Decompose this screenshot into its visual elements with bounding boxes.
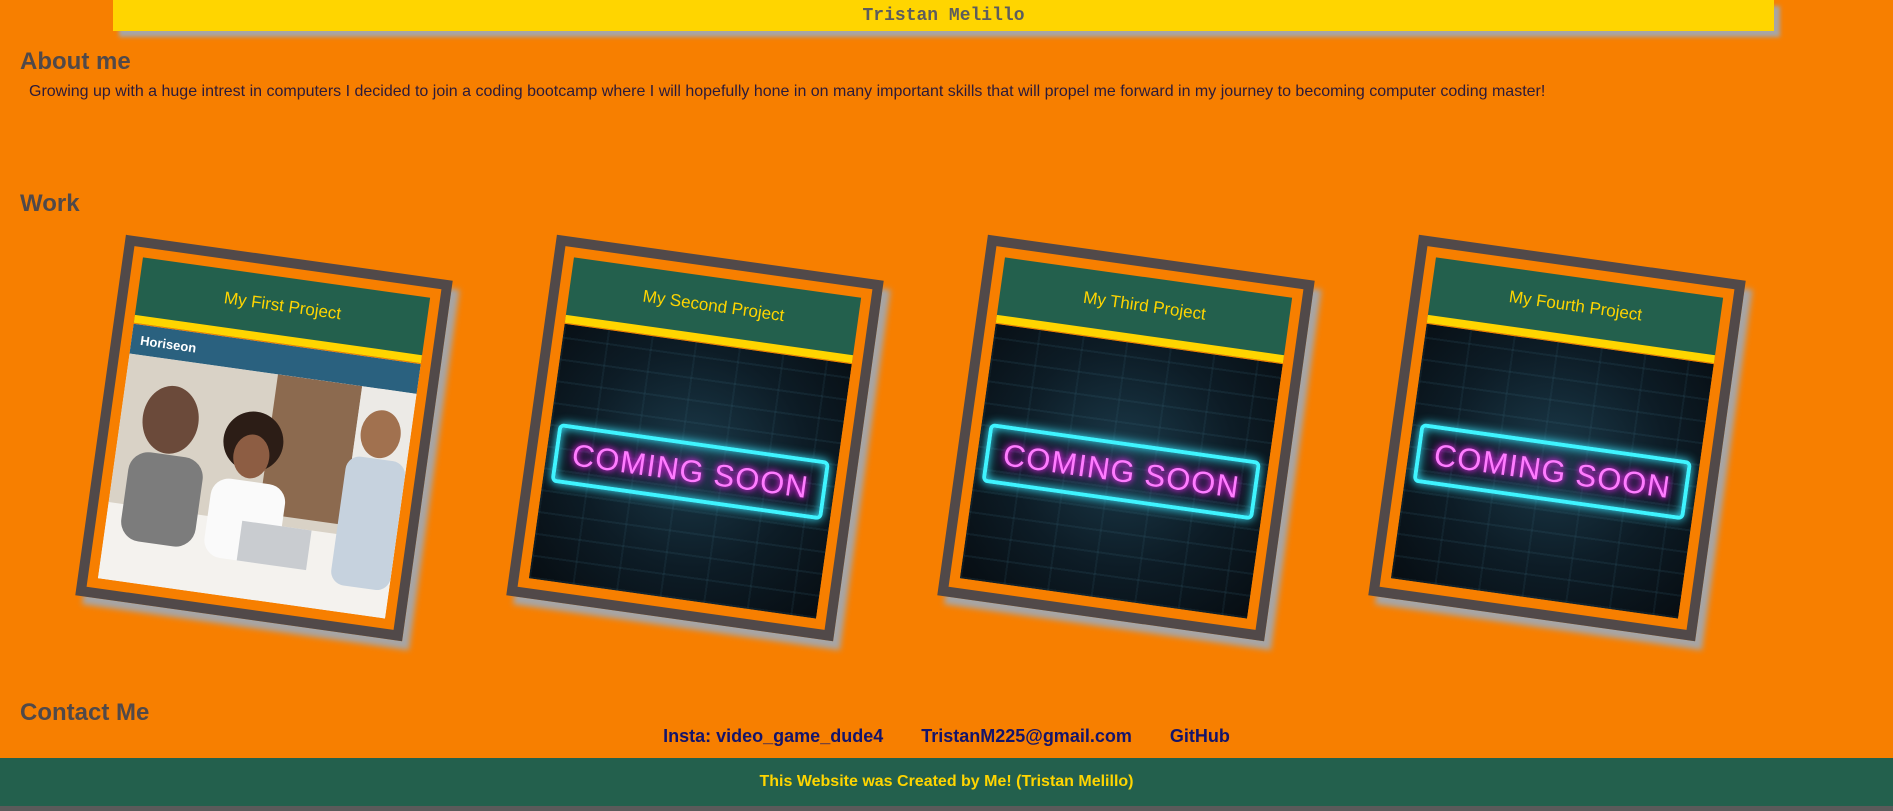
- about-text: Growing up with a huge intrest in comput…: [29, 83, 1546, 100]
- project-title: My Third Project: [1082, 287, 1208, 324]
- footer: This Website was Created by Me! (Tristan…: [0, 758, 1893, 806]
- coming-soon-text: COMING SOON: [1431, 436, 1673, 505]
- footer-text: This Website was Created by Me! (Tristan…: [759, 773, 1134, 790]
- project-screenshot[interactable]: Horiseon: [97, 323, 421, 619]
- instagram-link[interactable]: Insta: video_game_dude4: [663, 726, 883, 747]
- about-heading: About me: [20, 48, 131, 75]
- neon-sign: COMING SOON: [550, 422, 831, 520]
- site-owner-name: Tristan Melillo: [862, 5, 1025, 26]
- project-title: My First Project: [222, 288, 343, 324]
- coming-soon-image: COMING SOON: [528, 323, 852, 619]
- bottom-strip: [0, 806, 1893, 811]
- coming-soon-text: COMING SOON: [569, 436, 811, 505]
- coming-soon-text: COMING SOON: [1000, 436, 1242, 505]
- neon-sign: COMING SOON: [981, 422, 1262, 520]
- github-link[interactable]: GitHub: [1170, 726, 1230, 747]
- horiseon-logo-text: Horiseon: [139, 332, 198, 356]
- team-photo-illustration: [97, 353, 417, 619]
- header-bar: Tristan Melillo: [113, 0, 1774, 31]
- project-card-4[interactable]: My Fourth Project COMING SOON: [1368, 234, 1746, 642]
- project-image[interactable]: COMING SOON: [959, 323, 1283, 619]
- horiseon-screenshot: Horiseon: [97, 323, 421, 619]
- project-card-2[interactable]: My Second Project COMING SOON: [506, 234, 884, 642]
- project-title: My Second Project: [641, 286, 786, 326]
- contact-heading: Contact Me: [20, 699, 150, 726]
- contact-links: Insta: video_game_dude4 TristanM225@gmai…: [0, 726, 1893, 747]
- project-card-1[interactable]: My First Project Horiseon: [75, 234, 453, 642]
- coming-soon-image: COMING SOON: [959, 323, 1283, 619]
- coming-soon-image: COMING SOON: [1390, 323, 1714, 619]
- work-heading: Work: [20, 190, 80, 217]
- project-card-3[interactable]: My Third Project COMING SOON: [937, 234, 1315, 642]
- project-image[interactable]: COMING SOON: [1390, 323, 1714, 619]
- email-link[interactable]: TristanM225@gmail.com: [921, 726, 1132, 747]
- project-title: My Fourth Project: [1507, 287, 1644, 325]
- project-image[interactable]: COMING SOON: [528, 323, 852, 619]
- neon-sign: COMING SOON: [1412, 422, 1693, 520]
